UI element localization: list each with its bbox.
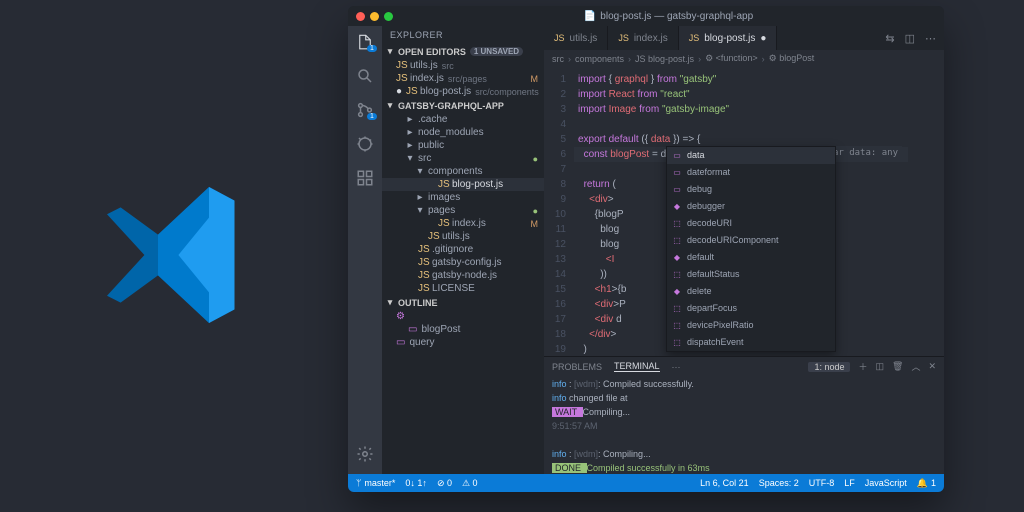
open-editor-item[interactable]: ● JS blog-post.js src/components (382, 85, 544, 98)
folder-item[interactable]: ▸node_modules (382, 126, 544, 139)
outline-item[interactable]: ▭ query (382, 336, 544, 349)
outline-item[interactable]: ▭ blogPost (382, 323, 544, 336)
folder-item[interactable]: ▸images (382, 191, 544, 204)
folder-item[interactable]: ▸public (382, 139, 544, 152)
file-item[interactable]: JS blog-post.js (382, 178, 544, 191)
folder-item[interactable]: ▾components (382, 165, 544, 178)
file-item[interactable]: JS index.jsM (382, 217, 544, 230)
panel-tab-problems[interactable]: PROBLEMS (552, 362, 602, 372)
open-editor-item[interactable]: JS utils.js src (382, 59, 544, 72)
suggest-item[interactable]: ▭debug (667, 181, 835, 198)
close-window[interactable] (356, 12, 365, 21)
folder-item[interactable]: ▾pages● (382, 204, 544, 217)
file-item[interactable]: JS LICENSE (382, 282, 544, 295)
indent-setting[interactable]: Spaces: 2 (759, 478, 799, 488)
split-icon[interactable]: ◫ (905, 32, 915, 45)
source-control-icon[interactable]: 1 (355, 100, 375, 120)
minimize-window[interactable] (370, 12, 379, 21)
suggest-item[interactable]: ⬚decodeURI (667, 215, 835, 232)
cursor-position[interactable]: Ln 6, Col 21 (700, 478, 749, 488)
suggest-item[interactable]: ⬚departFocus (667, 300, 835, 317)
extensions-icon[interactable] (355, 168, 375, 188)
suggest-item[interactable]: ▭data (667, 147, 835, 164)
debug-icon[interactable] (355, 134, 375, 154)
editor-tab[interactable]: JSindex.js (608, 26, 678, 50)
editor-tab[interactable]: JSblog-post.js ● (679, 26, 778, 50)
status-warnings[interactable]: ⚠ 0 (462, 478, 478, 489)
activity-bar: 1 1 (348, 26, 382, 474)
status-errors[interactable]: ⊘ 0 (437, 478, 452, 489)
more-icon[interactable]: ⋯ (925, 32, 936, 45)
unsaved-badge: 1 UNSAVED (470, 47, 523, 56)
panel-tab-terminal[interactable]: TERMINAL (614, 361, 660, 372)
terminal-selector[interactable]: 1: node (808, 362, 850, 372)
bottom-panel: PROBLEMS TERMINAL ··· 1: node ＋ ◫ 🗑 ︿ ✕ … (544, 356, 944, 474)
sidebar-title: EXPLORER (382, 26, 544, 44)
file-icon: 📄 (584, 11, 596, 22)
suggest-item[interactable]: ◆debugger (667, 198, 835, 215)
project-header[interactable]: ▾GATSBY-GRAPHQL-APP (382, 98, 544, 113)
minimap[interactable] (908, 68, 944, 356)
sidebar: EXPLORER ▾OPEN EDITORS 1 UNSAVED JS util… (382, 26, 544, 474)
panel-tab-more[interactable]: ··· (672, 362, 681, 372)
title-filename: blog-post.js (600, 11, 651, 22)
compare-icon[interactable]: ⇆ (885, 32, 894, 45)
folder-item[interactable]: ▾src● (382, 152, 544, 165)
eol[interactable]: LF (844, 478, 855, 488)
search-icon[interactable] (355, 66, 375, 86)
terminal-output[interactable]: info : [wdm]: Compiled successfully.info… (544, 376, 944, 474)
breadcrumbs[interactable]: src›components›JS blog-post.js›⚙ <functi… (544, 50, 944, 68)
outline-header[interactable]: ▾OUTLINE (382, 295, 544, 310)
titlebar: 📄 blog-post.js — gatsby-graphql-app (348, 6, 944, 26)
file-item[interactable]: JS gatsby-node.js (382, 269, 544, 282)
file-item[interactable]: JS gatsby-config.js (382, 256, 544, 269)
editor-window: 📄 blog-post.js — gatsby-graphql-app 1 1 … (348, 6, 944, 492)
panel-up-icon[interactable]: ︿ (911, 360, 920, 373)
code-area[interactable]: 12345678910111213141516171819 import { g… (544, 68, 944, 356)
split-terminal-icon[interactable]: ◫ (875, 361, 884, 372)
intellisense-popup[interactable]: ▭data▭dateformat▭debug◆debugger⬚decodeUR… (666, 146, 836, 352)
editor-tabs: JSutils.jsJSindex.jsJSblog-post.js ● ⇆ ◫ ⋯ (544, 26, 944, 50)
git-sync[interactable]: 0↓ 1↑ (405, 478, 427, 488)
open-editor-item[interactable]: JS index.js src/pagesM (382, 72, 544, 85)
panel-close-icon[interactable]: ✕ (928, 361, 936, 372)
suggest-item[interactable]: ◆default (667, 249, 835, 266)
editor-tab[interactable]: JSutils.js (544, 26, 608, 50)
suggest-item[interactable]: ◆delete (667, 283, 835, 300)
suggest-item[interactable]: ▭dateformat (667, 164, 835, 181)
outline-item[interactable]: ⚙ (382, 310, 544, 323)
notifications-icon[interactable]: 🔔 1 (917, 478, 936, 489)
editor-group: JSutils.jsJSindex.jsJSblog-post.js ●⇆◫⋯ … (544, 26, 944, 474)
suggest-item[interactable]: ⬚defaultStatus (667, 266, 835, 283)
line-gutter: 12345678910111213141516171819 (544, 68, 574, 356)
new-terminal-icon[interactable]: ＋ (858, 360, 867, 373)
git-branch[interactable]: ᛘ master* (356, 478, 395, 488)
suggest-item[interactable]: ⬚dispatchEvent (667, 334, 835, 351)
vscode-logo (90, 170, 260, 340)
folder-item[interactable]: ▸.cache (382, 113, 544, 126)
file-item[interactable]: JS .gitignore (382, 243, 544, 256)
encoding[interactable]: UTF-8 (809, 478, 835, 488)
maximize-window[interactable] (384, 12, 393, 21)
open-editors-header[interactable]: ▾OPEN EDITORS 1 UNSAVED (382, 44, 544, 59)
suggest-item[interactable]: ⬚devicePixelRatio (667, 317, 835, 334)
explorer-icon[interactable]: 1 (355, 32, 375, 52)
file-item[interactable]: JS utils.js (382, 230, 544, 243)
settings-icon[interactable] (355, 444, 375, 464)
title-project: gatsby-graphql-app (667, 11, 753, 22)
suggest-item[interactable]: ⬚decodeURIComponent (667, 232, 835, 249)
status-bar: ᛘ master* 0↓ 1↑ ⊘ 0 ⚠ 0 Ln 6, Col 21 Spa… (348, 474, 944, 492)
trash-icon[interactable]: 🗑 (892, 361, 903, 372)
language-mode[interactable]: JavaScript (865, 478, 907, 488)
